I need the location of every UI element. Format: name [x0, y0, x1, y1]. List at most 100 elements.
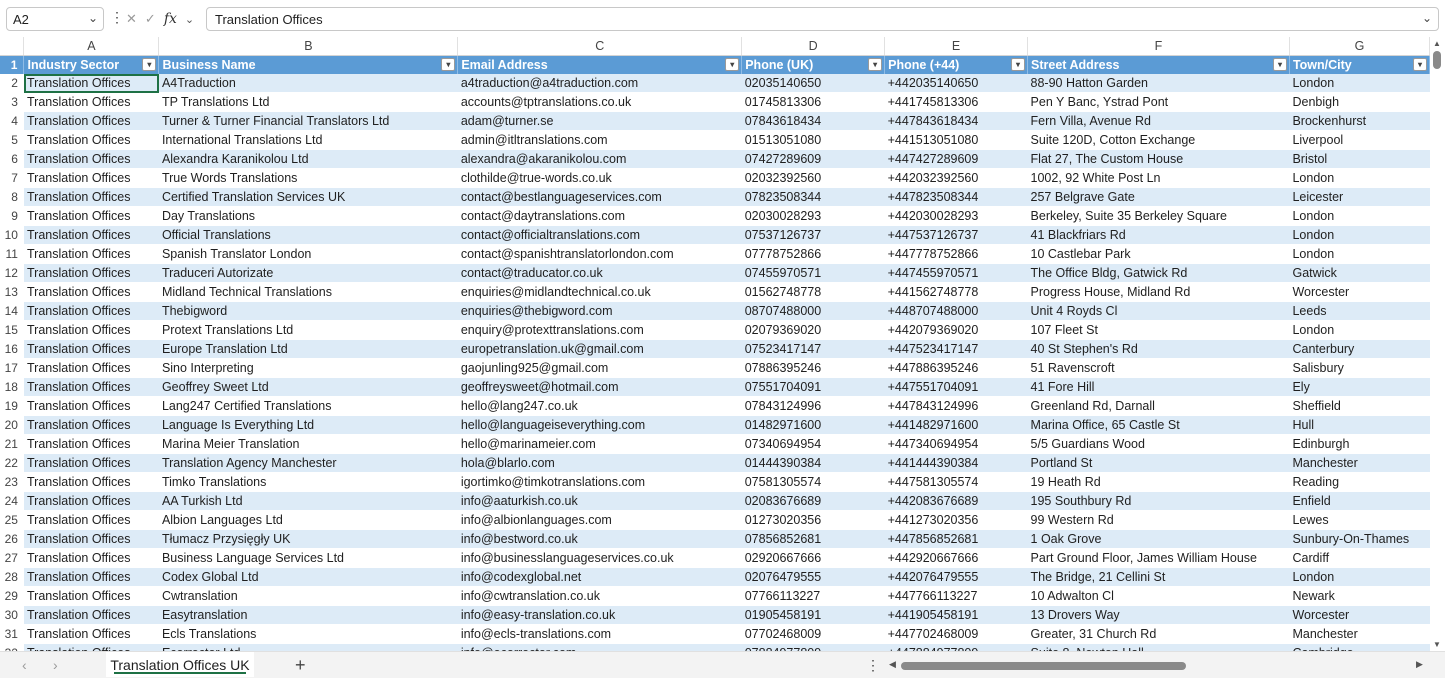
table-cell[interactable]: +441562748778	[884, 282, 1028, 302]
table-cell[interactable]: +441745813306	[884, 92, 1028, 112]
table-cell[interactable]: 51 Ravenscroft	[1027, 358, 1290, 378]
table-cell[interactable]: 13 Drovers Way	[1027, 605, 1290, 625]
table-cell[interactable]: contact@daytranslations.com	[457, 206, 742, 226]
table-cell[interactable]: +442076479555	[884, 567, 1028, 587]
table-cell[interactable]: info@albionlanguages.com	[457, 510, 742, 530]
table-cell[interactable]: clothilde@true-words.co.uk	[457, 168, 742, 188]
table-cell[interactable]: info@aaturkish.co.uk	[457, 491, 742, 511]
table-cell[interactable]: +442079369020	[884, 320, 1028, 340]
row-number[interactable]: 9	[0, 206, 24, 226]
table-cell[interactable]: Turner & Turner Financial Translators Lt…	[158, 111, 458, 131]
table-cell[interactable]: Business Language Services Ltd	[158, 548, 458, 568]
table-cell[interactable]: Spanish Translator London	[158, 244, 458, 264]
table-cell[interactable]: Translation Offices	[23, 453, 159, 473]
table-cell[interactable]: +448707488000	[884, 301, 1028, 321]
cancel-icon[interactable]: ✕	[126, 11, 137, 27]
table-cell[interactable]: Translation Offices	[23, 396, 159, 416]
table-cell[interactable]: igortimko@timkotranslations.com	[457, 472, 742, 492]
table-cell[interactable]: Sheffield	[1289, 396, 1430, 416]
table-cell[interactable]: International Translations Ltd	[158, 130, 458, 150]
row-number[interactable]: 4	[0, 111, 24, 131]
table-cell[interactable]: Protext Translations Ltd	[158, 320, 458, 340]
table-cell[interactable]: contact@spanishtranslatorlondon.com	[457, 244, 742, 264]
row-number[interactable]: 2	[0, 74, 24, 93]
row-number[interactable]: 16	[0, 339, 24, 359]
table-cell[interactable]: Translation Offices	[23, 567, 159, 587]
table-cell[interactable]: 02083676689	[741, 491, 885, 511]
table-cell[interactable]: London	[1289, 74, 1430, 93]
table-cell[interactable]: AA Turkish Ltd	[158, 491, 458, 511]
table-cell[interactable]: Language Is Everything Ltd	[158, 415, 458, 435]
scroll-left-icon[interactable]: ◀	[889, 659, 896, 670]
table-cell[interactable]: +447843124996	[884, 396, 1028, 416]
table-cell[interactable]: 01444390384	[741, 453, 885, 473]
row-number[interactable]: 6	[0, 149, 24, 169]
table-cell[interactable]: Greater, 31 Church Rd	[1027, 624, 1290, 644]
table-cell[interactable]: 07886395246	[741, 358, 885, 378]
table-cell[interactable]: +447778752866	[884, 244, 1028, 264]
table-cell[interactable]: Unit 4 Royds Cl	[1027, 301, 1290, 321]
table-cell[interactable]: Easytranslation	[158, 605, 458, 625]
table-cell[interactable]: True Words Translations	[158, 168, 458, 188]
table-cell[interactable]: 107 Fleet St	[1027, 320, 1290, 340]
table-cell[interactable]: Reading	[1289, 472, 1430, 492]
table-cell[interactable]: 07551704091	[741, 377, 885, 397]
table-cell[interactable]: +442032392560	[884, 168, 1028, 188]
name-box[interactable]: A2 ⌄	[6, 7, 104, 31]
table-cell[interactable]: London	[1289, 244, 1430, 264]
table-cell[interactable]: 07884977809	[741, 643, 885, 651]
table-cell[interactable]: Translation Offices	[23, 282, 159, 302]
table-cell[interactable]: +441482971600	[884, 415, 1028, 435]
table-cell[interactable]: +442920667666	[884, 548, 1028, 568]
table-cell[interactable]: 07523417147	[741, 339, 885, 359]
table-header-cell[interactable]: Business Name ▾	[158, 55, 459, 74]
table-cell[interactable]: 99 Western Rd	[1027, 510, 1290, 530]
table-cell[interactable]: Sunbury-On-Thames	[1289, 529, 1430, 549]
table-cell[interactable]: +441905458191	[884, 605, 1028, 625]
scroll-right-icon[interactable]: ▶	[1416, 659, 1423, 670]
table-cell[interactable]: Translation Offices	[23, 301, 159, 321]
table-cell[interactable]: Leeds	[1289, 301, 1430, 321]
table-cell[interactable]: Translation Offices	[23, 339, 159, 359]
table-cell[interactable]: +447702468009	[884, 624, 1028, 644]
table-cell[interactable]: Translation Offices	[23, 225, 159, 245]
table-cell[interactable]: hello@marinameier.com	[457, 434, 742, 454]
row-number[interactable]: 12	[0, 263, 24, 283]
row-number[interactable]: 10	[0, 225, 24, 245]
row-number[interactable]: 7	[0, 168, 24, 188]
row-number[interactable]: 1	[0, 55, 25, 74]
table-cell[interactable]: 07455970571	[741, 263, 885, 283]
chevron-down-icon[interactable]: ⌄	[185, 13, 194, 26]
table-header-cell[interactable]: Email Address ▾	[457, 55, 743, 74]
table-cell[interactable]: Enfield	[1289, 491, 1430, 511]
sheet-tab-active[interactable]: Translation Offices UK	[106, 652, 254, 677]
filter-dropdown-icon[interactable]: ▾	[441, 58, 456, 71]
row-number[interactable]: 25	[0, 510, 24, 530]
table-cell[interactable]: Fern Villa, Avenue Rd	[1027, 111, 1290, 131]
table-header-cell[interactable]: Phone (UK) ▾	[741, 55, 886, 74]
row-number[interactable]: 21	[0, 434, 24, 454]
table-cell[interactable]: a4traduction@a4traduction.com	[457, 74, 742, 93]
column-header-a[interactable]: A	[23, 37, 160, 56]
row-number[interactable]: 3	[0, 92, 24, 112]
table-cell[interactable]: 07843618434	[741, 111, 885, 131]
table-cell[interactable]: 02030028293	[741, 206, 885, 226]
table-cell[interactable]: info@cwtranslation.co.uk	[457, 586, 742, 606]
table-cell[interactable]: 01273020356	[741, 510, 885, 530]
table-cell[interactable]: 01482971600	[741, 415, 885, 435]
table-cell[interactable]: info@codexglobal.net	[457, 567, 742, 587]
table-cell[interactable]: Marina Meier Translation	[158, 434, 458, 454]
table-cell[interactable]: +442035140650	[884, 74, 1028, 93]
table-cell[interactable]: enquiries@midlandtechnical.co.uk	[457, 282, 742, 302]
table-cell[interactable]: alexandra@akaranikolou.com	[457, 149, 742, 169]
table-cell[interactable]: Cardiff	[1289, 548, 1430, 568]
more-options-icon[interactable]: ⋮	[866, 657, 880, 674]
worksheet-grid[interactable]: ABCDEFG 1 Industry Sector ▾ Business Name ▾ E…	[0, 37, 1430, 651]
filter-dropdown-icon[interactable]: ▾	[868, 58, 883, 71]
table-cell[interactable]: Translation Offices	[23, 358, 159, 378]
chevron-down-icon[interactable]: ⌄	[88, 11, 98, 25]
table-cell[interactable]: 02035140650	[741, 74, 885, 93]
table-cell[interactable]: Translation Offices	[23, 605, 159, 625]
table-cell[interactable]: +447427289609	[884, 149, 1028, 169]
table-cell[interactable]: +447455970571	[884, 263, 1028, 283]
